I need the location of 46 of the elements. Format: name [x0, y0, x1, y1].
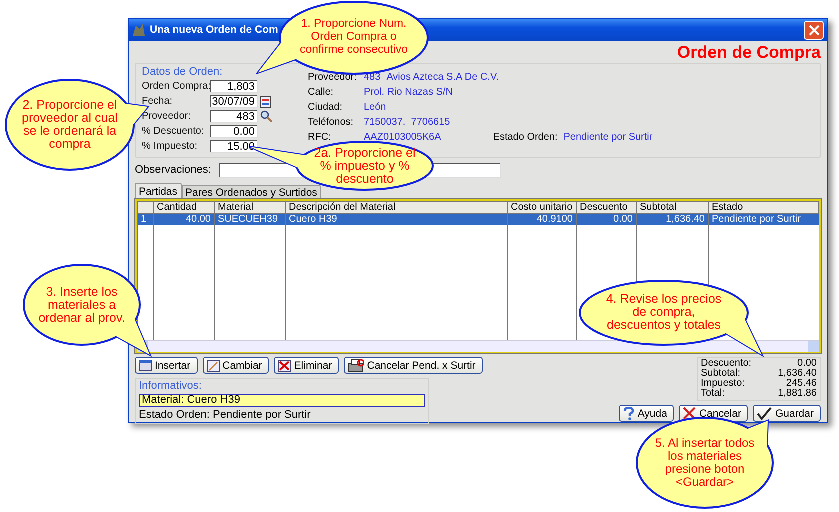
table-cell: SUECUEH39 [214, 214, 286, 225]
field-label: Fecha: [142, 96, 174, 107]
callout-text: 2a. Proporcione el % impuesto y % descuento [314, 146, 416, 186]
total-label: Impuesto: [701, 379, 746, 389]
info-label: RFC: [308, 132, 332, 143]
table-cell: Pendiente por Surtir [708, 214, 818, 225]
field-label: Observaciones: [135, 164, 212, 176]
total-label: Descuento: [701, 359, 753, 369]
info-value: Avios Azteca S.A De C.V. [386, 72, 499, 83]
info-label: Teléfonos: [308, 117, 355, 128]
table-cell: 40.9100 [508, 214, 576, 225]
total-label: Subtotal: [701, 369, 742, 379]
info-value: AAZ0103005K6A [364, 132, 442, 143]
info-label: Proveedor: [308, 72, 358, 83]
field-label: Proveedor: [142, 111, 192, 122]
total-label: Total: [701, 389, 725, 399]
total-value: 1,881.86 [778, 389, 817, 399]
info-value: León [364, 102, 386, 113]
callout-text: 3. Inserte los materiales a ordenar al prov. [38, 286, 126, 324]
field-label: Orden Compra: [142, 81, 208, 92]
table-cell: Cuero H39 [286, 214, 508, 225]
info-label: Estado Orden: [493, 132, 558, 143]
callout-text: 4. Revise los precios de compra, descuentos y totales [605, 293, 723, 332]
group-legend: Informativos: [139, 380, 425, 392]
total-value: 1,636.40 [778, 369, 817, 379]
table-cell: 0.00 [576, 214, 636, 225]
row-number: 1 [138, 214, 154, 225]
field-label: % Impuesto: [142, 141, 199, 152]
total-value: 245.46 [785, 379, 817, 389]
group-legend: Datos de Orden: [142, 66, 278, 78]
info-label: Calle: [308, 87, 335, 98]
status-text: Estado Orden: Pendiente por Surtir [139, 409, 312, 421]
info-value: Prol. Rio Nazas S/N [364, 87, 453, 98]
field-label: % Descuento: [142, 126, 206, 137]
form-heading: Orden de Compra [677, 43, 821, 63]
table-cell: 1,636.40 [636, 214, 708, 225]
callout-text: 2. Proporcione el proveedor al cual se le ordenará la compra [22, 99, 118, 151]
callout-text: 5. Al insertar todos los materiales presione boton <Guardar> [654, 437, 756, 489]
total-value: 0.00 [796, 359, 817, 369]
info-value: 7150037. 7706615 [364, 117, 450, 128]
callout-text: 1. Proporcione Num. Orden Compra o confirme consecutivo [298, 18, 410, 58]
material-field: Material: Cuero H39 [139, 394, 425, 407]
window-title: Una nueva Orden de Com [150, 24, 278, 36]
table-cell: 40.00 [154, 214, 214, 225]
info-label: Ciudad: [308, 102, 344, 113]
status-value: Pendiente por Surtir [564, 132, 653, 143]
